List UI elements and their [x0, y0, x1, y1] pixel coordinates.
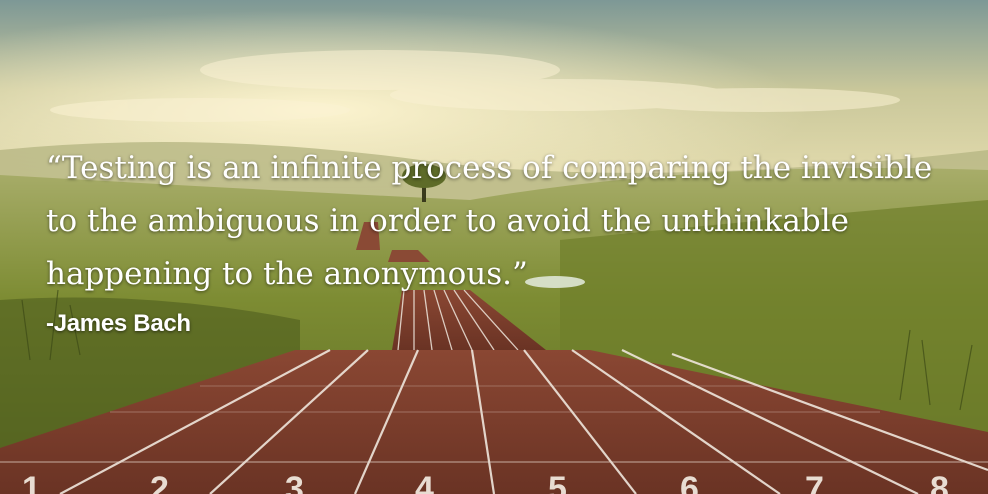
lane-number: 8: [930, 470, 949, 494]
lane-number: 2: [150, 470, 169, 494]
lane-number: 4: [415, 470, 434, 494]
quote-line: happening to the anonymous.”: [46, 256, 528, 292]
motivational-image: 1 2 3 4 5 6 7 8 “Testing is an infinite …: [0, 0, 988, 494]
lane-number: 6: [680, 470, 699, 494]
lane-number: 1: [22, 470, 41, 494]
quote-author: -James Bach: [46, 310, 191, 337]
quote-text: “Testing is an infinite process of compa…: [46, 142, 933, 301]
lane-number: 7: [805, 470, 824, 494]
lane-number: 5: [548, 470, 567, 494]
quote-line: to the ambiguous in order to avoid the u…: [46, 203, 849, 239]
quote-line: “Testing is an infinite process of compa…: [46, 150, 933, 186]
lane-number: 3: [285, 470, 304, 494]
